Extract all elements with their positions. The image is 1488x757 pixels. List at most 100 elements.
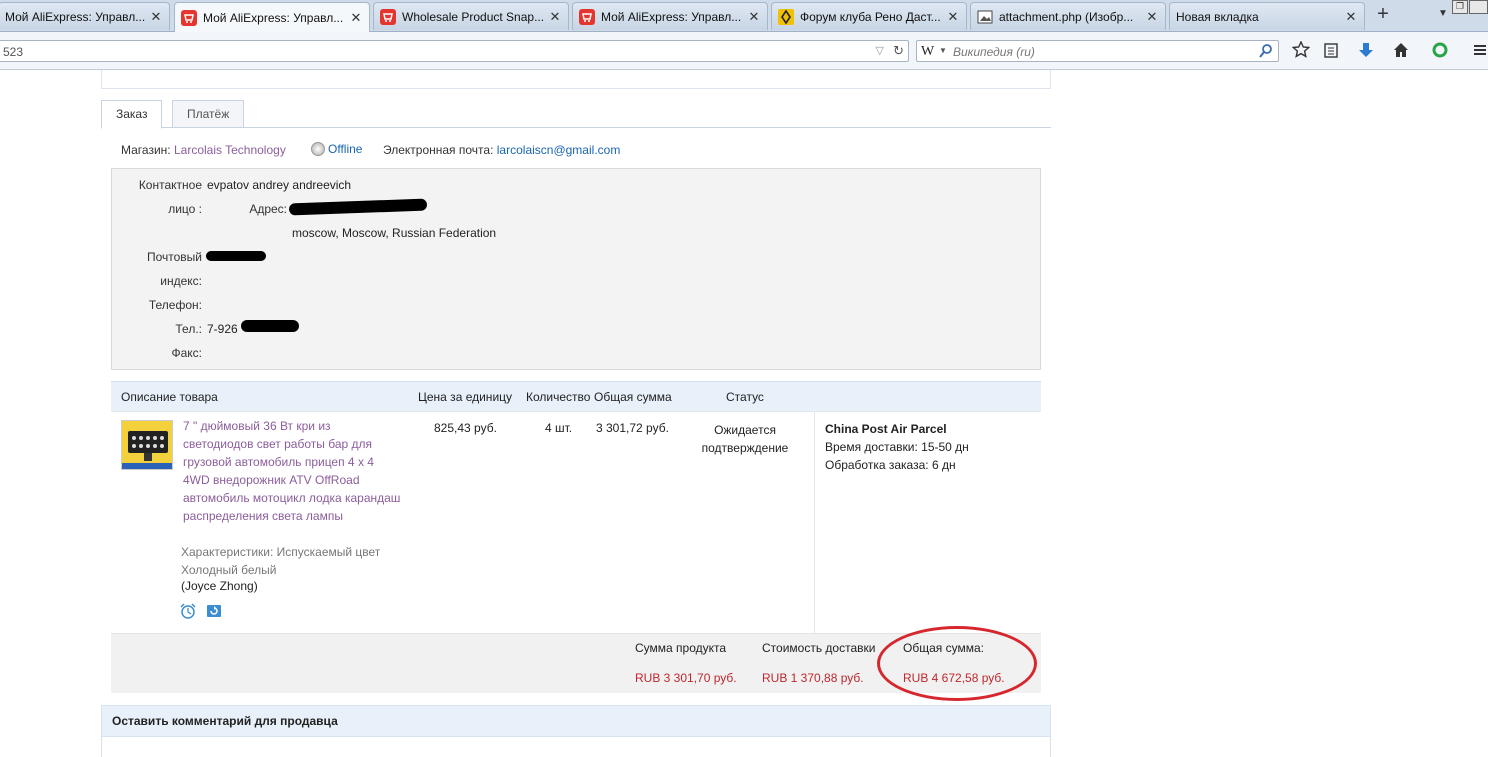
seller-comment-header[interactable]: Оставить комментарий для продавца <box>101 705 1051 737</box>
processing-time-label: Обработка заказа: <box>825 458 929 472</box>
image-file-icon <box>977 9 993 25</box>
search-icon[interactable] <box>1258 43 1274 62</box>
order-tabs: Заказ Платёж <box>101 100 1051 129</box>
page-content: Заказ Платёж Магазин: Larcolais Technolo… <box>0 70 1488 757</box>
restore-window-icon[interactable]: ❐ <box>1452 0 1468 14</box>
extension-icon[interactable] <box>1430 40 1450 60</box>
shipping-method: China Post Air Parcel <box>825 422 947 436</box>
close-icon[interactable]: ✕ <box>1344 9 1358 25</box>
quantity: 4 шт. <box>545 421 573 435</box>
top-panel-edge <box>101 70 1051 89</box>
contact-label-cont: лицо : <box>168 202 202 216</box>
close-icon[interactable]: ✕ <box>747 9 761 25</box>
unit-price: 825,43 руб. <box>434 421 497 435</box>
header-quantity: Количество <box>526 390 591 404</box>
contact-name: evpatov andrey andreevich <box>207 178 352 192</box>
header-total: Общая сумма <box>594 390 672 404</box>
mobile-label: Тел.: <box>175 322 202 336</box>
address-label: Адрес: <box>249 202 287 216</box>
address-bar[interactable]: 523 ▽ ↻ <box>0 40 909 62</box>
history-dropdown-icon[interactable]: ▽ <box>876 44 884 57</box>
phone-label: Телефон: <box>148 298 202 312</box>
aliexpress-cart-icon <box>579 8 595 25</box>
email-link[interactable]: larcolaiscn@gmail.com <box>497 143 621 157</box>
delivery-time-label: Время доставки: <box>825 440 918 454</box>
aliexpress-cart-icon <box>181 9 197 26</box>
seller-comment-body <box>101 737 1051 757</box>
alarm-clock-icon[interactable] <box>180 603 196 619</box>
search-engine-dropdown-icon[interactable]: ▼ <box>939 46 947 55</box>
product-sum-value: RUB 3 301,70 руб. <box>635 671 737 685</box>
header-unit-price: Цена за единицу <box>418 390 513 404</box>
seller-name: (Joyce Zhong) <box>181 579 258 593</box>
product-characteristics: Характеристики: Испускаемый цвет Холодны… <box>181 545 381 577</box>
mobile-prefix: 7-926 <box>207 322 238 336</box>
close-icon[interactable]: ✕ <box>946 9 960 25</box>
product-name-link[interactable]: 7 " дюймовый 36 Вт кри из светодиодов св… <box>183 417 403 525</box>
item-total: 3 301,72 руб. <box>596 421 669 435</box>
contact-label: Контактное <box>138 178 202 192</box>
tab-title: Мой AliExpress: Управл... <box>203 10 344 25</box>
refresh-order-icon[interactable] <box>206 603 222 619</box>
close-icon[interactable]: ✕ <box>349 10 363 26</box>
header-status: Статус <box>726 390 764 404</box>
postal-label: Почтовый <box>146 250 202 264</box>
menu-icon[interactable] <box>1472 40 1488 60</box>
browser-tab-7[interactable]: Новая вкладка ✕ <box>1169 2 1365 30</box>
navigation-toolbar: 523 ▽ ↻ W ▼ Википедия (ru) <box>0 32 1488 70</box>
seller-comment-title: Оставить комментарий для продавца <box>112 714 338 728</box>
browser-tab-3[interactable]: Wholesale Product Snap... ✕ <box>373 2 569 30</box>
close-window-icon[interactable] <box>1469 0 1488 14</box>
address-city: moscow, Moscow, Russian Federation <box>292 226 497 240</box>
store-name-link[interactable]: Larcolais Technology <box>174 143 286 157</box>
status-line-2: подтверждение <box>701 441 789 455</box>
close-icon[interactable]: ✕ <box>548 9 562 25</box>
tab-title: attachment.php (Изобр... <box>999 9 1134 24</box>
close-icon[interactable]: ✕ <box>149 9 163 25</box>
product-sum-label: Сумма продукта <box>635 641 727 655</box>
reload-icon[interactable]: ↻ <box>893 43 904 59</box>
column-divider <box>814 411 815 633</box>
browser-tab-1[interactable]: Мой AliExpress: Управл... ✕ <box>0 2 170 30</box>
renault-logo-icon <box>778 8 794 25</box>
shipping-cost-label: Стоимость доставки <box>762 641 876 655</box>
wikipedia-icon[interactable]: W <box>921 44 934 60</box>
bookmarks-list-icon[interactable] <box>1321 40 1341 60</box>
shipping-info: China Post Air Parcel Время доставки: 15… <box>825 420 969 474</box>
offline-status-icon <box>311 142 325 156</box>
processing-time: 6 дн <box>931 458 956 472</box>
product-thumbnail[interactable] <box>121 420 173 470</box>
browser-tab-2-active[interactable]: Мой AliExpress: Управл... ✕ <box>174 2 370 32</box>
header-description: Описание товара <box>121 390 218 404</box>
redaction-scribble <box>206 251 266 261</box>
email-line: Электронная почта: larcolaiscn@gmail.com <box>383 143 620 157</box>
downloads-icon[interactable] <box>1356 40 1376 60</box>
store-label: Магазин: <box>121 143 171 157</box>
browser-tab-4[interactable]: Мой AliExpress: Управл... ✕ <box>572 2 768 30</box>
store-status[interactable]: Offline <box>311 142 362 156</box>
tab-order[interactable]: Заказ <box>101 100 163 129</box>
search-box[interactable]: W ▼ Википедия (ru) <box>916 40 1279 62</box>
redaction-scribble <box>241 320 299 332</box>
browser-tab-5[interactable]: Форум клуба Рено Даст... ✕ <box>771 2 967 30</box>
tab-title: Wholesale Product Snap... <box>402 9 544 24</box>
tab-title: Мой AliExpress: Управл... <box>601 9 742 24</box>
status-line-1: Ожидается <box>714 423 776 437</box>
contact-info-box <box>111 168 1041 370</box>
aliexpress-cart-icon <box>380 8 396 25</box>
bookmark-star-icon[interactable] <box>1291 40 1311 60</box>
home-icon[interactable] <box>1391 40 1411 60</box>
search-placeholder: Википедия (ru) <box>953 45 1035 59</box>
address-bar-text: 523 <box>3 45 24 59</box>
tab-payment[interactable]: Платёж <box>172 100 245 128</box>
browser-tab-strip: Мой AliExpress: Управл... ✕ Мой AliExpre… <box>0 0 1488 32</box>
close-icon[interactable]: ✕ <box>1145 9 1159 25</box>
red-annotation-ellipse <box>877 626 1037 701</box>
store-line: Магазин: Larcolais Technology <box>121 143 286 157</box>
items-table-header: Описание товара Цена за единицу Количест… <box>111 381 1041 411</box>
browser-tab-6[interactable]: attachment.php (Изобр... ✕ <box>970 2 1166 30</box>
new-tab-button[interactable]: + <box>1372 4 1394 26</box>
fax-label: Факс: <box>171 346 202 360</box>
postal-label-cont: индекс: <box>160 274 202 288</box>
store-status-text: Offline <box>328 142 363 156</box>
